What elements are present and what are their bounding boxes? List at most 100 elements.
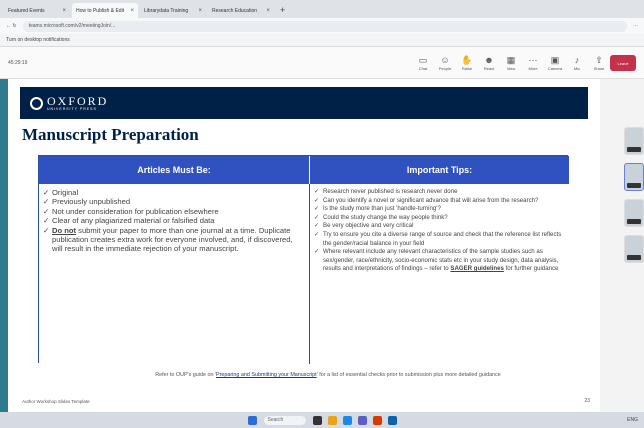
oxford-logo-icon xyxy=(30,96,43,110)
mic-button[interactable]: ♪ Mic xyxy=(566,55,588,71)
powerpoint-icon[interactable] xyxy=(372,415,382,425)
meeting-tools: ▭ Chat ☺ People ✋ Raise ☻ React ▦ View ⋯ More … xyxy=(412,54,636,71)
taskbar-search[interactable]: Search xyxy=(263,415,306,425)
tool-label: Camera xyxy=(547,65,563,71)
tool-label: React xyxy=(483,65,495,71)
leave-button[interactable]: Leave xyxy=(610,54,636,71)
list-item: ✓ Could the study change the way people t… xyxy=(314,214,565,223)
share-icon: ⇧ xyxy=(595,54,603,65)
left-column-header: Articles Must Be: xyxy=(39,156,310,184)
share-button[interactable]: ⇧ Share xyxy=(588,55,610,71)
checkmark-icon: ✓ xyxy=(314,205,320,213)
right-column-header: Important Tips: xyxy=(310,156,569,184)
participant-name-badge xyxy=(627,147,641,152)
close-tab-icon[interactable]: × xyxy=(198,8,202,14)
list-item-text: Original xyxy=(52,188,78,197)
item-text: Is the study more than just 'handle-turn… xyxy=(323,205,441,213)
participants-panel xyxy=(600,79,644,412)
close-tab-icon[interactable]: × xyxy=(266,8,270,14)
participant-thumbnail[interactable] xyxy=(624,163,644,191)
tool-label: Mic xyxy=(573,65,581,71)
tool-label: Share xyxy=(593,65,605,71)
checkmark-icon: ✓ xyxy=(314,188,320,195)
item-text: Try to ensure you cite a diverse range o… xyxy=(323,230,562,247)
notification-bar[interactable]: Turn on desktop notifications xyxy=(0,34,644,47)
browser-tab[interactable]: Research Education × xyxy=(208,3,274,18)
browser-menu-icon[interactable]: ⋯ xyxy=(633,23,638,29)
camera-button[interactable]: ▣ Camera xyxy=(544,55,566,71)
sager-guidelines-link[interactable]: SAGER guidelines xyxy=(450,265,504,272)
checkmark-icon: ✓ xyxy=(43,197,50,207)
tab-label: Featured Events xyxy=(8,7,45,14)
url-input[interactable]: teams.microsoft.com/v2/meetingJoin/... xyxy=(22,20,627,32)
checkmark-icon: ✓ xyxy=(314,248,320,256)
browser-tab-bar: Featured Events × How to Publish & Edit × … xyxy=(0,0,644,18)
more-button[interactable]: ⋯ More xyxy=(522,55,544,71)
list-item-text: Not under consideration for publication … xyxy=(52,207,219,216)
raise-hand-icon: ✋ xyxy=(461,54,473,65)
close-tab-icon[interactable]: × xyxy=(130,8,134,14)
outlook-icon[interactable] xyxy=(387,415,397,425)
oxford-logo: OXFORD UNIVERSITY PRESS xyxy=(47,95,108,111)
react-button[interactable]: ☻ React xyxy=(478,55,500,71)
browser-tab-active[interactable]: How to Publish & Edit × xyxy=(72,3,138,18)
start-icon[interactable] xyxy=(247,415,257,425)
view-button[interactable]: ▦ View xyxy=(500,55,522,71)
checkmark-icon: ✓ xyxy=(43,188,50,197)
list-item: ✓ Be very objective and very critical xyxy=(314,222,565,231)
list-item-text: Where relevant include any relevant char… xyxy=(323,248,565,274)
browser-tab[interactable]: Librarydata Training × xyxy=(140,3,206,18)
url-text: teams.microsoft.com/v2/meetingJoin/... xyxy=(28,23,116,29)
list-item: ✓ Clear of any plagiarized material or fa… xyxy=(43,216,305,225)
list-item: ✓ Try to ensure you cite a diverse range … xyxy=(314,231,565,248)
close-tab-icon[interactable]: × xyxy=(62,8,66,14)
slide-footer-text: Author Workshop Slides Template xyxy=(22,398,90,404)
notification-text: Turn on desktop notifications xyxy=(6,37,70,43)
refresh-icon[interactable]: ↻ xyxy=(12,23,16,29)
participant-thumbnail[interactable] xyxy=(624,235,644,263)
oup-guide-link[interactable]: Preparing and Submitting your Manuscript xyxy=(216,372,317,378)
edge-icon[interactable] xyxy=(342,415,352,425)
oxford-header-banner: OXFORD UNIVERSITY PRESS xyxy=(20,87,588,119)
raise-hand-button[interactable]: ✋ Raise xyxy=(456,55,478,71)
file-explorer-icon[interactable] xyxy=(327,415,337,425)
taskbar-apps: Search xyxy=(245,415,400,425)
checkmark-icon: ✓ xyxy=(314,213,320,221)
teams-icon[interactable] xyxy=(357,415,367,425)
camera-icon: ▣ xyxy=(550,54,560,65)
people-icon: ☺ xyxy=(440,54,450,65)
participant-name-badge xyxy=(627,219,641,224)
new-tab-icon[interactable]: + xyxy=(280,3,285,18)
footer-reference: Refer to OUP's guide on 'Preparing and S… xyxy=(68,372,588,378)
item-text: Be very objective and very critical xyxy=(323,222,414,230)
participant-thumbnail[interactable] xyxy=(624,127,644,155)
task-view-icon[interactable] xyxy=(312,415,322,425)
tool-label: People xyxy=(438,65,452,71)
tool-label: More xyxy=(528,65,538,71)
list-item: ✓ Can you identify a novel or significant… xyxy=(314,197,565,206)
slide-title: Manuscript Preparation xyxy=(22,125,199,144)
brand-name: OXFORD xyxy=(47,94,109,108)
item-text: submit your paper to more than one journ… xyxy=(52,225,293,254)
back-icon[interactable]: ← xyxy=(6,23,11,29)
checkmark-icon: ✓ xyxy=(43,225,50,235)
shared-slide: OXFORD UNIVERSITY PRESS Manuscript Prepa… xyxy=(8,79,600,412)
chat-button[interactable]: ▭ Chat xyxy=(412,55,434,71)
mic-icon: ♪ xyxy=(574,54,580,65)
list-item: ✓ Original xyxy=(43,188,305,197)
participant-thumbnail[interactable] xyxy=(624,199,644,227)
react-icon: ☻ xyxy=(484,54,494,65)
meeting-timer: 45:29:19 xyxy=(8,59,28,66)
checkmark-icon: ✓ xyxy=(43,206,50,216)
checkmark-icon: ✓ xyxy=(314,222,320,230)
people-button[interactable]: ☺ People xyxy=(434,55,456,71)
tool-label: View xyxy=(506,65,516,71)
footer-ref-text: Refer to OUP's guide on ' xyxy=(155,372,216,378)
list-item: ✓ Not under consideration for publication… xyxy=(43,207,305,216)
system-tray[interactable]: ENG xyxy=(627,417,638,423)
item-text: Could the study change the way people th… xyxy=(323,213,448,221)
tab-label: Research Education xyxy=(212,7,258,14)
left-column-list: ✓ Original ✓ Previously unpublished ✓ Not u… xyxy=(39,184,310,364)
browser-tab[interactable]: Featured Events × xyxy=(4,3,70,18)
item-text: Previously unpublished xyxy=(52,197,131,207)
